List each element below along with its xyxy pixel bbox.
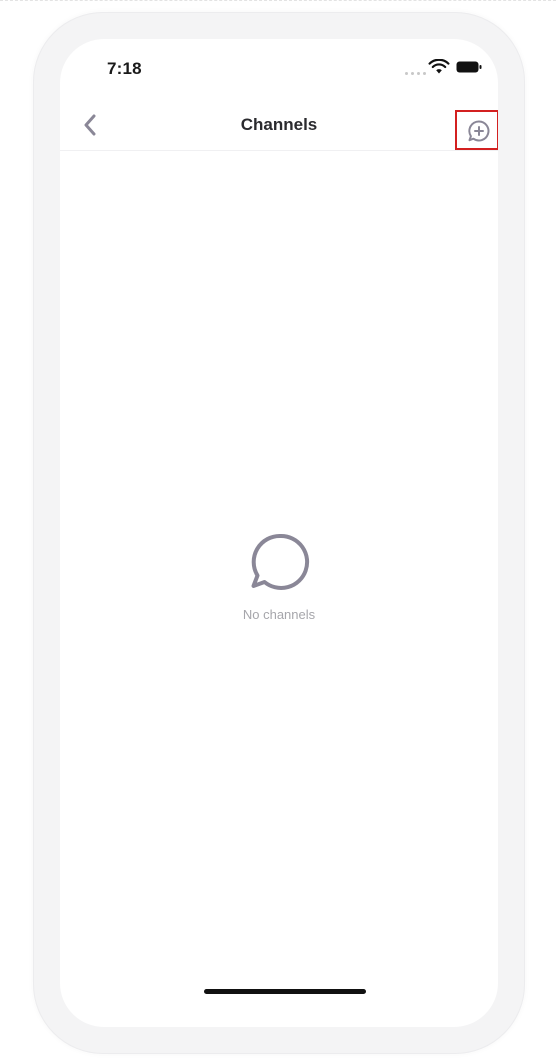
top-dashed-border	[0, 0, 556, 10]
empty-state-message: No channels	[242, 607, 316, 622]
new-channel-button[interactable]	[455, 110, 498, 150]
new-message-plus-icon	[468, 120, 490, 142]
cellular-signal-icon	[405, 72, 426, 75]
page-title: Channels	[240, 115, 318, 134]
device-frame: 7:18 Channels No channels	[33, 12, 525, 1054]
status-bar: 7:18	[60, 39, 498, 99]
chat-bubble-icon	[251, 533, 310, 590]
battery-icon	[456, 61, 482, 73]
status-time: 7:18	[107, 59, 142, 78]
wifi-icon	[428, 59, 450, 74]
home-indicator[interactable]	[204, 989, 366, 994]
app-screen: 7:18 Channels No channels	[60, 39, 498, 1027]
empty-state: No channels	[60, 531, 498, 622]
navigation-bar: Channels	[60, 99, 498, 151]
